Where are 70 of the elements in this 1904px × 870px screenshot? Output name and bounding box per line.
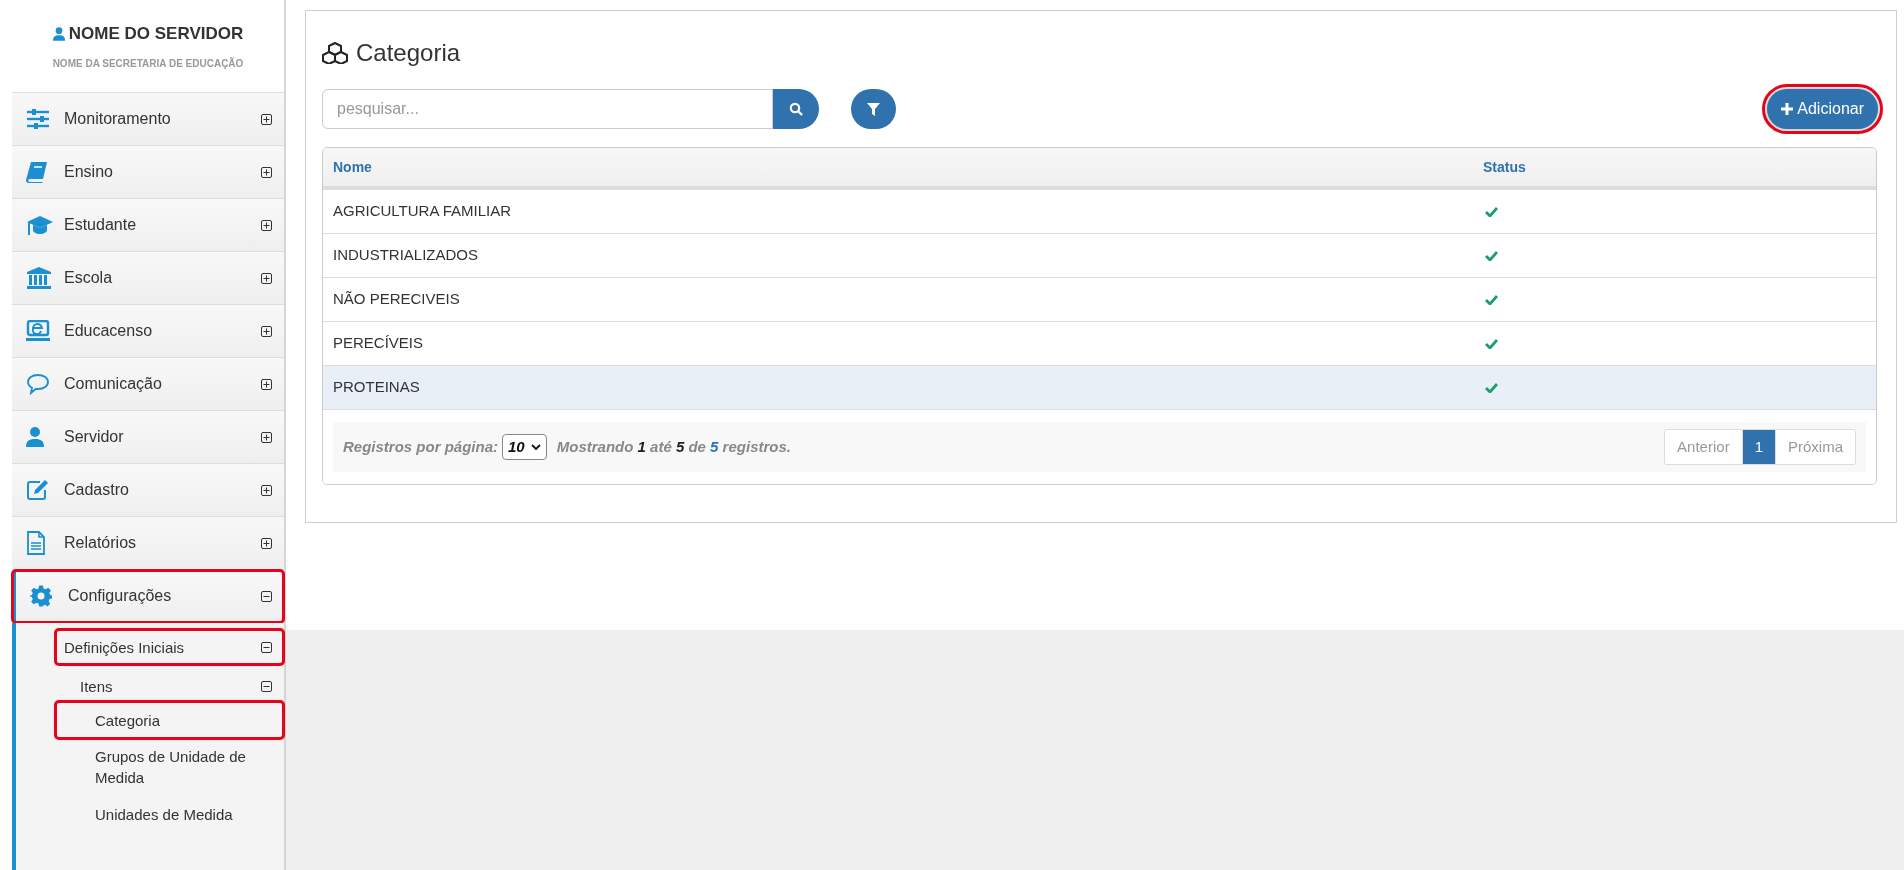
user-icon	[26, 427, 44, 447]
expand-icon[interactable]	[261, 378, 272, 390]
submenu-item[interactable]: Grupos de Unidade de Medida	[55, 739, 284, 795]
sliders-icon	[26, 109, 50, 129]
expand-icon[interactable]	[261, 484, 272, 496]
menu-item[interactable]: Relatórios	[12, 517, 284, 570]
chevron-down-icon	[530, 443, 541, 451]
menu-item[interactable]: Configurações	[12, 570, 284, 623]
menu-item[interactable]: Servidor	[12, 411, 284, 464]
collapse-icon[interactable]	[261, 680, 272, 692]
menu-label: Configurações	[68, 586, 173, 606]
menu-item[interactable]: Monitoramento	[12, 93, 284, 146]
graduation-cap-icon	[26, 214, 54, 236]
search-button[interactable]	[773, 89, 819, 129]
table-cell-text: PROTEINAS	[332, 377, 421, 398]
expand-icon[interactable]	[261, 325, 272, 337]
menu-label: Escola	[64, 268, 114, 288]
user-name: NOME DO SERVIDOR	[68, 22, 244, 45]
search-field[interactable]: pesquisar...	[322, 89, 773, 129]
book-icon	[26, 161, 48, 183]
menu-label: Servidor	[64, 427, 125, 447]
expand-icon[interactable]	[261, 166, 272, 178]
search-icon	[789, 102, 803, 116]
expand-icon[interactable]	[261, 219, 272, 231]
column-header[interactable]: Status	[1473, 156, 1526, 178]
speech-bubble-icon	[26, 373, 50, 395]
page-button[interactable]: 1	[1741, 430, 1775, 464]
expand-icon[interactable]	[261, 431, 272, 443]
menu-item[interactable]: Escola	[12, 252, 284, 305]
menu-item[interactable]: Comunicação	[12, 358, 284, 411]
submenu-item[interactable]: Categoria	[55, 701, 284, 739]
column-header[interactable]: Nome	[323, 156, 1473, 178]
expand-icon[interactable]	[261, 272, 272, 284]
settings-icon	[30, 585, 52, 607]
submenu-item[interactable]: Itens	[55, 671, 284, 701]
menu-label: Ensino	[64, 162, 114, 182]
menu-item[interactable]: Educacenso	[12, 305, 284, 358]
filter-icon	[867, 102, 880, 116]
document-icon	[26, 531, 46, 555]
menu-label: Educacenso	[64, 321, 154, 341]
table-cell-text: NÃO PERECIVEIS	[332, 289, 461, 310]
per-page-select[interactable]: 10	[502, 434, 547, 460]
filter-button[interactable]	[851, 89, 896, 129]
table-cell-text: INDUSTRIALIZADOS	[332, 245, 480, 266]
menu-label: Relatórios	[64, 533, 138, 553]
bank-building-icon	[26, 267, 52, 289]
edit-icon	[26, 479, 50, 501]
user-icon	[52, 26, 65, 41]
organization-name: NOME DA SECRETARIA DE EDUCAÇÃO	[52, 56, 244, 72]
menu-item[interactable]: Ensino	[12, 146, 284, 199]
per-page-label: Registros por página:	[343, 436, 499, 457]
menu-item[interactable]: Cadastro	[12, 464, 284, 517]
collapse-icon[interactable]	[261, 641, 272, 653]
expand-icon[interactable]	[261, 537, 272, 549]
submenu-item[interactable]: Definições Iniciais	[55, 629, 284, 665]
menu-label: Estudante	[64, 215, 138, 235]
plus-icon	[1781, 103, 1794, 115]
page-title: Categoria	[356, 38, 461, 68]
expand-icon[interactable]	[261, 113, 272, 125]
table-row[interactable]: PROTEINAS	[323, 366, 1876, 410]
collapse-icon[interactable]	[261, 590, 272, 602]
computer-icon	[26, 320, 50, 342]
table-cell-text: PERECÍVEIS	[332, 333, 425, 354]
submenu-item[interactable]: Unidades de Medida	[55, 795, 284, 833]
menu-label: Cadastro	[64, 480, 130, 500]
menu-item[interactable]: Estudante	[12, 199, 284, 252]
menu-label: Monitoramento	[64, 109, 172, 129]
menu-label: Comunicação	[64, 374, 163, 394]
records-summary: Mostrando 1 até 5 de 5 registros.	[556, 436, 791, 457]
table-cell-text: AGRICULTURA FAMILIAR	[332, 201, 513, 222]
